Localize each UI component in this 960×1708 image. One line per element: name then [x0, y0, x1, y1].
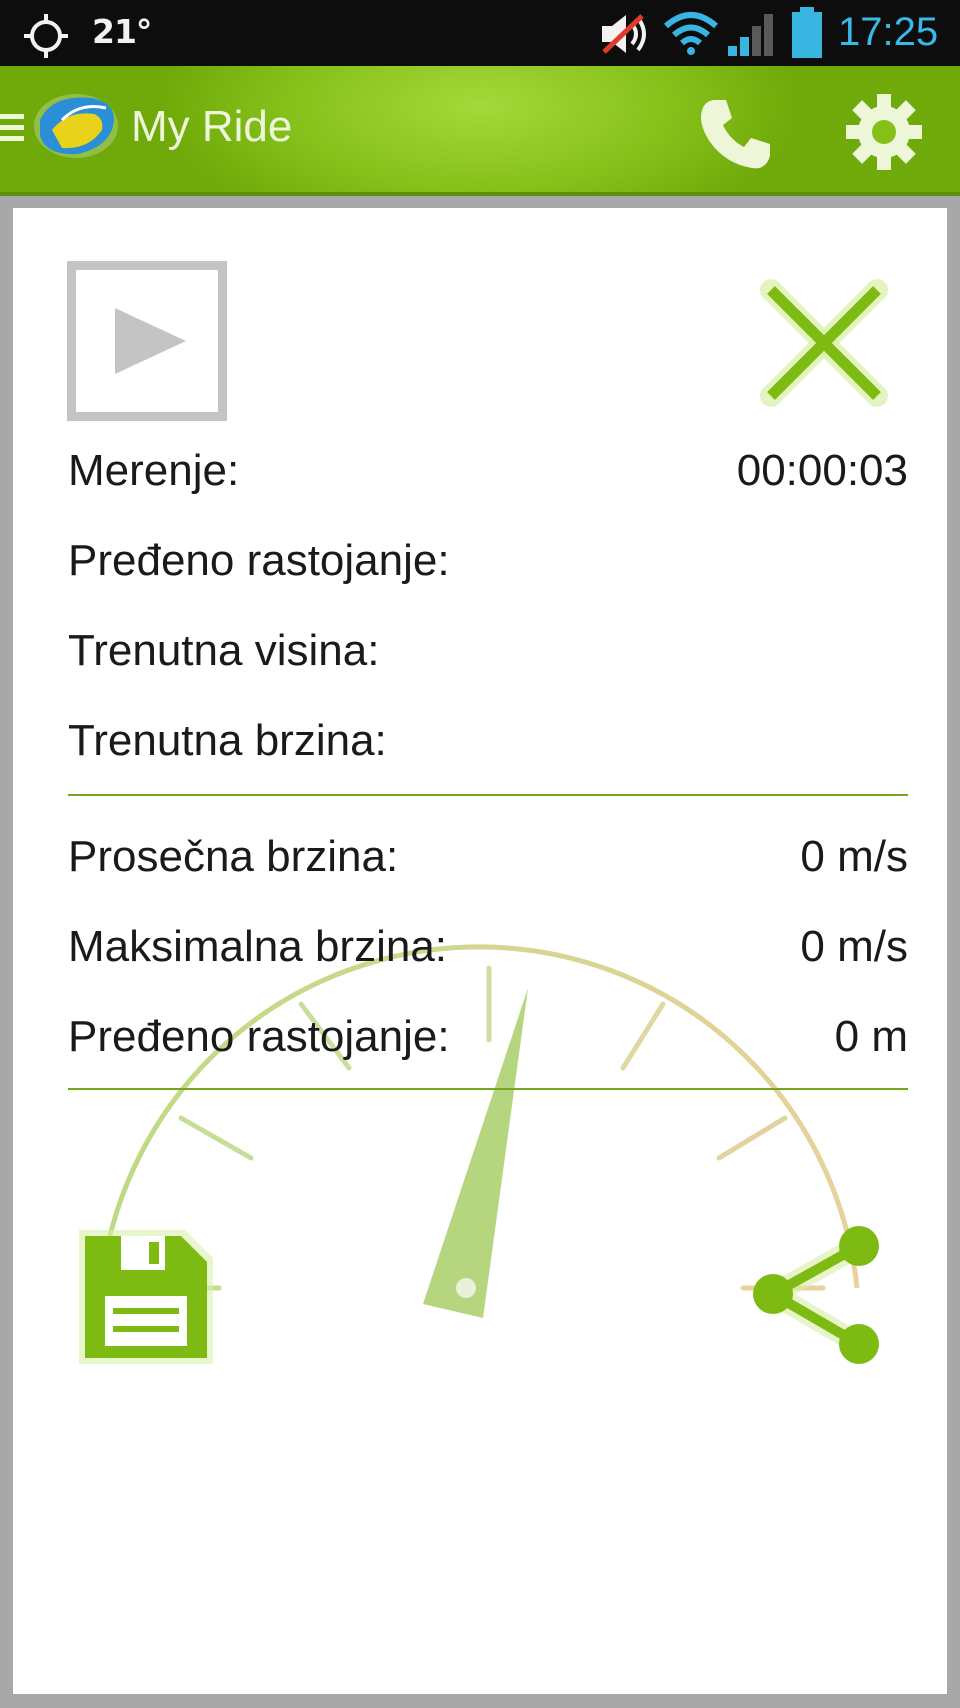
stat-value: 0 m/s	[800, 832, 908, 881]
share-button[interactable]	[743, 1222, 893, 1368]
menu-icon[interactable]	[0, 110, 26, 146]
save-icon	[79, 1230, 213, 1364]
battery-icon	[792, 7, 822, 58]
stat-label: Pređeno rastojanje:	[68, 536, 450, 585]
close-icon	[760, 279, 888, 407]
stat-value: 00:00:03	[736, 446, 908, 495]
stat-row-speed: Trenutna brzina:	[68, 716, 908, 776]
save-button[interactable]	[73, 1224, 219, 1370]
settings-icon[interactable]	[846, 92, 922, 172]
stat-label: Trenutna visina:	[68, 626, 380, 675]
stat-label: Maksimalna brzina:	[68, 922, 448, 971]
app-logo[interactable]	[32, 90, 120, 160]
stat-row-total-distance: Pređeno rastojanje: 0 m	[68, 1012, 908, 1072]
stat-value: 0 m/s	[800, 922, 908, 971]
status-bar: 21° 17:25	[0, 0, 960, 66]
stat-row-distance: Pređeno rastojanje:	[68, 536, 908, 596]
ride-card: Merenje: 00:00:03 Pređeno rastojanje: Tr…	[13, 208, 947, 1694]
divider	[68, 794, 908, 796]
temperature-text: 21°	[92, 12, 152, 51]
gps-icon	[24, 14, 68, 58]
app-title: My Ride	[131, 102, 293, 151]
stat-label: Trenutna brzina:	[68, 716, 387, 765]
stat-label: Pređeno rastojanje:	[68, 1012, 450, 1061]
clock-text: 17:25	[838, 10, 939, 54]
stat-label: Prosečna brzina:	[68, 832, 399, 881]
stat-value: 0 m	[834, 1012, 908, 1061]
play-button[interactable]	[67, 261, 227, 421]
share-icon	[753, 1226, 879, 1364]
stat-row-max-speed: Maksimalna brzina: 0 m/s	[68, 922, 908, 982]
divider	[68, 1088, 908, 1090]
close-button[interactable]	[749, 268, 899, 418]
stat-row-measurement: Merenje: 00:00:03	[68, 446, 908, 506]
stat-label: Merenje:	[68, 446, 240, 495]
mute-icon	[602, 14, 646, 54]
action-bar: My Ride	[0, 66, 960, 196]
wifi-icon	[664, 12, 718, 55]
call-icon[interactable]	[696, 94, 776, 174]
stat-row-altitude: Trenutna visina:	[68, 626, 908, 686]
stat-row-average-speed: Prosečna brzina: 0 m/s	[68, 832, 908, 892]
signal-icon	[728, 14, 773, 56]
play-icon	[115, 308, 186, 374]
